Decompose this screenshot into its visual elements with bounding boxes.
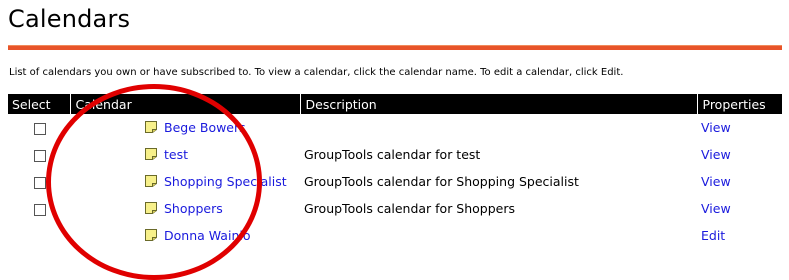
header-select: Select [8, 94, 70, 114]
description-cell: GroupTools calendar for Shopping Special… [304, 174, 579, 189]
page-title: Calendars [8, 5, 131, 33]
calendar-rows: Bege Bowers View test GroupTools calendar f… [8, 114, 782, 249]
edit-link[interactable]: Edit [701, 228, 725, 243]
row-select-checkbox[interactable] [34, 203, 46, 216]
select-cell [8, 141, 70, 168]
calendar-page-icon [144, 147, 158, 161]
table-row: Bege Bowers View [8, 114, 782, 141]
description-cell: GroupTools calendar for test [304, 147, 481, 162]
header-properties: Properties [696, 94, 782, 114]
row-select-checkbox[interactable] [34, 149, 46, 162]
calendar-name-link[interactable]: Shopping Specialist [164, 174, 287, 189]
calendar-cell: Bege Bowers [70, 114, 300, 141]
calendar-name-link[interactable]: Shoppers [164, 201, 223, 216]
properties-cell: View [697, 195, 782, 222]
view-link[interactable]: View [701, 174, 731, 189]
select-cell [8, 222, 70, 249]
table-row: test GroupTools calendar for test View [8, 141, 782, 168]
calendar-page-icon [144, 174, 158, 188]
view-link[interactable]: View [701, 147, 731, 162]
table-row: Shopping Specialist GroupTools calendar f… [8, 168, 782, 195]
calendar-name-link[interactable]: Bege Bowers [164, 120, 246, 135]
calendar-cell: Shopping Specialist [70, 168, 300, 195]
calendar-name-link[interactable]: test [164, 147, 188, 162]
row-select-checkbox[interactable] [34, 176, 46, 189]
table-row: Donna Wainio Edit [8, 222, 782, 249]
calendar-cell: test [70, 141, 300, 168]
calendar-cell: Shoppers [70, 195, 300, 222]
select-cell [8, 168, 70, 195]
calendar-page-icon [144, 120, 158, 134]
calendar-page-icon [144, 201, 158, 215]
header-description: Description [299, 94, 697, 114]
view-link[interactable]: View [701, 120, 731, 135]
header-calendar: Calendar [69, 94, 300, 114]
select-cell [8, 195, 70, 222]
select-cell [8, 114, 70, 141]
title-divider [8, 45, 782, 50]
properties-cell: View [697, 141, 782, 168]
calendar-cell: Donna Wainio [70, 222, 300, 249]
intro-text: List of calendars you own or have subscr… [9, 67, 624, 78]
properties-cell: Edit [697, 222, 782, 249]
description-cell [300, 114, 697, 141]
view-link[interactable]: View [701, 201, 731, 216]
table-row: Shoppers GroupTools calendar for Shoppers… [8, 195, 782, 222]
description-cell: GroupTools calendar for Shoppers [304, 201, 516, 216]
calendar-page-icon [144, 228, 158, 242]
calendar-name-link[interactable]: Donna Wainio [164, 228, 251, 243]
table-header-row: Select Calendar Description Properties [8, 94, 782, 114]
description-cell [300, 222, 697, 249]
row-select-checkbox[interactable] [34, 122, 46, 135]
properties-cell: View [697, 114, 782, 141]
calendars-table: Select Calendar Description Properties B… [8, 94, 782, 249]
properties-cell: View [697, 168, 782, 195]
